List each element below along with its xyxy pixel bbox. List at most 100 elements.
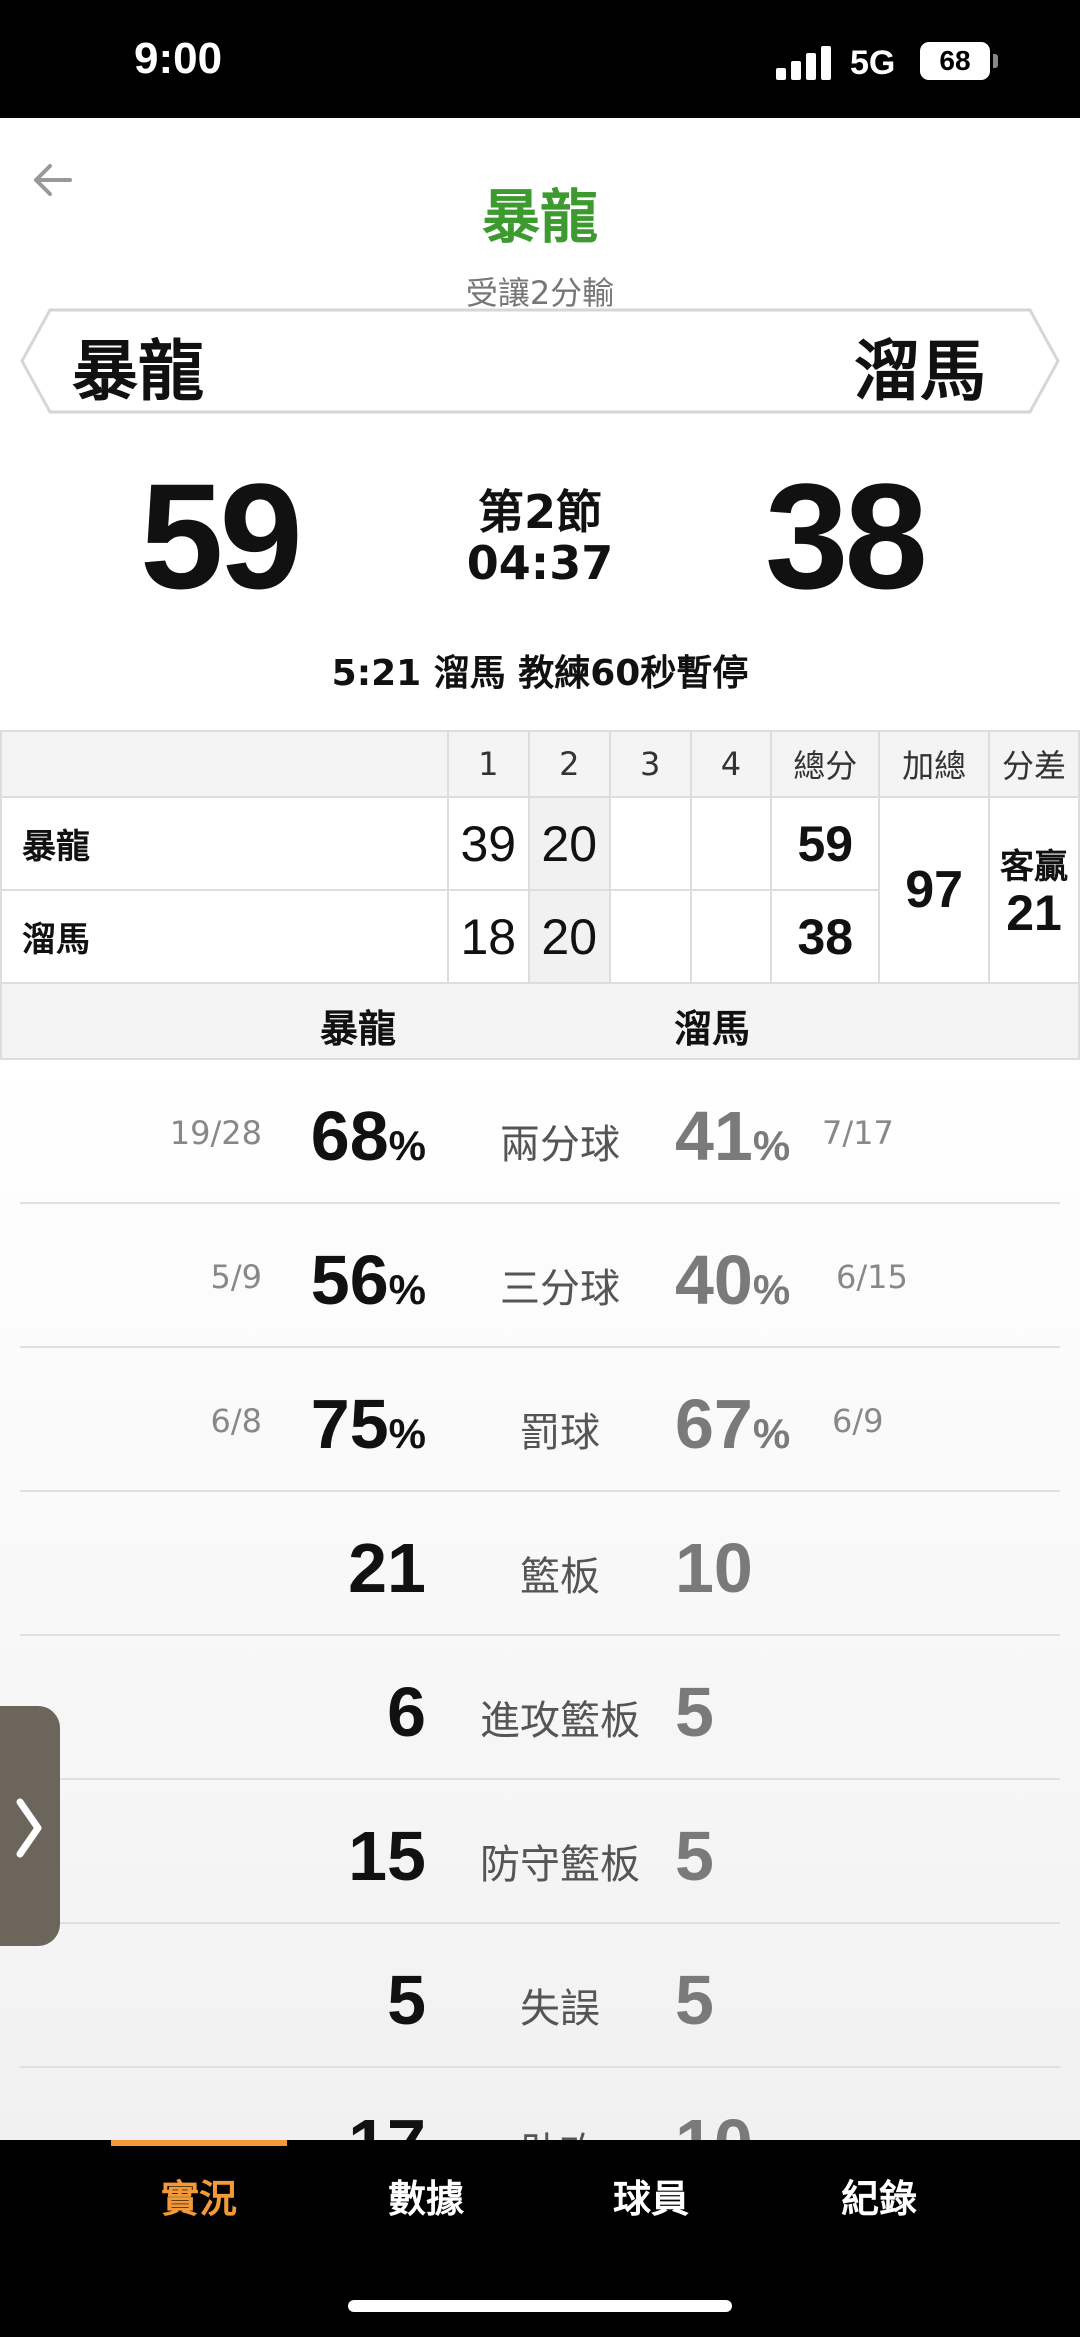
active-tab-indicator [111, 2140, 287, 2146]
away-stat-value: 10 [675, 2104, 753, 2140]
away-stat-fraction: 6/9 [832, 1402, 884, 1440]
q1-score: 18 [446, 889, 530, 984]
percent-sign: % [752, 1122, 791, 1169]
stat-label: 助攻 [420, 2120, 700, 2140]
stat-row: 5/9 56% 三分球 40% 6/15 [20, 1204, 1060, 1348]
status-bar: 9:00 5G 68 [0, 0, 1080, 118]
away-stat-number: 5 [675, 1961, 714, 2039]
home-stat-value: 21 [348, 1528, 426, 1608]
stat-row: 19/28 68% 兩分球 41% 7/17 [20, 1060, 1060, 1204]
stat-label: 三分球 [500, 1266, 620, 1312]
away-stat-value: 67% [675, 1384, 790, 1464]
away-stat-value: 5 [675, 1672, 714, 1752]
q2-score: 20 [527, 796, 611, 891]
battery-tip [993, 54, 998, 68]
stat-row: 15 防守籃板 5 [20, 1780, 1060, 1924]
header-q4: 4 [689, 730, 773, 798]
stats-away-label: 溜馬 [674, 1007, 751, 1051]
total-score: 38 [770, 889, 881, 984]
stat-label: 失誤 [520, 1986, 600, 2032]
header-blank [0, 730, 449, 798]
total-score: 59 [770, 796, 881, 891]
home-stat-value: 75% [311, 1384, 426, 1464]
chevron-right-icon [16, 1798, 42, 1858]
away-stat-number: 40 [675, 1241, 753, 1319]
side-panel-handle[interactable] [0, 1706, 60, 1946]
header-total: 總分 [770, 730, 881, 798]
away-stat-number: 41 [675, 1097, 753, 1175]
stat-row: 6 進攻籃板 5 [20, 1636, 1060, 1780]
home-stat-number: 68 [310, 1097, 389, 1175]
away-stat-value: 5 [675, 1960, 714, 2040]
away-score: 38 [765, 452, 928, 620]
q4-score [689, 796, 773, 891]
home-stat-number: 56 [310, 1241, 389, 1319]
away-team-name: 溜馬 [854, 333, 986, 410]
home-stat-number: 75 [310, 1385, 389, 1463]
tab-live[interactable]: 實況 [84, 2168, 314, 2223]
page-title: 暴龍 [481, 183, 598, 251]
home-stat-value: 68% [311, 1096, 426, 1176]
home-stat-value: 15 [348, 1816, 426, 1896]
home-stat-value: 56% [311, 1240, 426, 1320]
home-stat-number: 17 [348, 2105, 426, 2140]
diff-value: 21 [1006, 885, 1062, 941]
away-stat-value: 41% [675, 1096, 790, 1176]
stat-row: 21 籃板 10 [20, 1492, 1060, 1636]
header-q3: 3 [608, 730, 692, 798]
stat-label: 進攻籃板 [480, 1698, 640, 1744]
q3-score [608, 796, 692, 891]
stat-label: 罰球 [520, 1410, 600, 1456]
tab-stats[interactable]: 數據 [311, 2168, 541, 2223]
tab-players[interactable]: 球員 [536, 2168, 766, 2223]
diff-label: 客贏 [1000, 848, 1069, 886]
signal-icon [776, 44, 836, 80]
stats-home-label: 暴龍 [320, 1007, 397, 1051]
quarter-score-table: 1 2 3 4 總分 加總 分差 暴龍 39 20 59 97 客贏 21 溜馬… [0, 730, 1080, 1060]
stat-label: 防守籃板 [480, 1842, 640, 1888]
home-stat-number: 15 [348, 1817, 426, 1895]
status-time: 9:00 [134, 34, 223, 83]
header-q1: 1 [446, 730, 530, 798]
away-stat-number: 67 [675, 1385, 753, 1463]
header-diff: 分差 [988, 730, 1080, 798]
away-stat-value: 40% [675, 1240, 790, 1320]
away-stat-number: 10 [675, 1529, 753, 1607]
stats-team-header: 暴龍 溜馬 [0, 982, 1080, 1060]
home-indicator [348, 2300, 732, 2312]
home-stat-value: 17 [348, 2104, 426, 2140]
stat-label: 兩分球 [500, 1122, 620, 1168]
table-row: 暴龍 39 20 59 97 客贏 21 [0, 796, 1080, 984]
q3-score [608, 889, 692, 984]
stat-row: 17助攻10 [20, 2068, 1060, 2140]
away-stat-value: 10 [675, 1528, 753, 1608]
percent-sign: % [752, 1410, 791, 1457]
team-stats-list: 19/28 68% 兩分球 41% 7/17 5/9 56% 三分球 40% 6/15 6/8 75%… [0, 1060, 1080, 2140]
row-team-name: 溜馬 [0, 889, 449, 984]
away-stat-number: 5 [675, 1673, 714, 1751]
q4-score [689, 889, 773, 984]
home-stat-fraction: 6/8 [210, 1402, 263, 1440]
home-stat-fraction: 19/28 [169, 1114, 262, 1152]
stat-row: 5 失誤 5 [20, 1924, 1060, 2068]
combined-score: 97 [878, 796, 991, 984]
away-stat-fraction: 6/15 [836, 1258, 908, 1296]
battery-icon: 68 [920, 42, 990, 80]
away-stat-number: 5 [675, 1817, 714, 1895]
header-combined: 加總 [878, 730, 991, 798]
last-event: 5:21 溜馬 教練60秒暫停 [331, 653, 749, 694]
stat-row: 6/8 75% 罰球 67% 6/9 [20, 1348, 1060, 1492]
network-type: 5G [850, 44, 896, 82]
home-stat-number: 21 [348, 1529, 426, 1607]
tab-records[interactable]: 紀錄 [764, 2168, 994, 2223]
stat-label: 籃板 [520, 1554, 600, 1600]
away-stat-fraction: 7/17 [822, 1114, 894, 1152]
score-diff: 客贏 21 [988, 796, 1080, 984]
percent-sign: % [752, 1266, 791, 1313]
row-team-name: 暴龍 [0, 796, 449, 891]
header-q2: 2 [527, 730, 611, 798]
quarter-table-header: 1 2 3 4 總分 加總 分差 [0, 730, 1080, 798]
away-stat-value: 5 [675, 1816, 714, 1896]
home-stat-fraction: 5/9 [210, 1258, 263, 1296]
away-stat-number: 10 [675, 2105, 753, 2140]
